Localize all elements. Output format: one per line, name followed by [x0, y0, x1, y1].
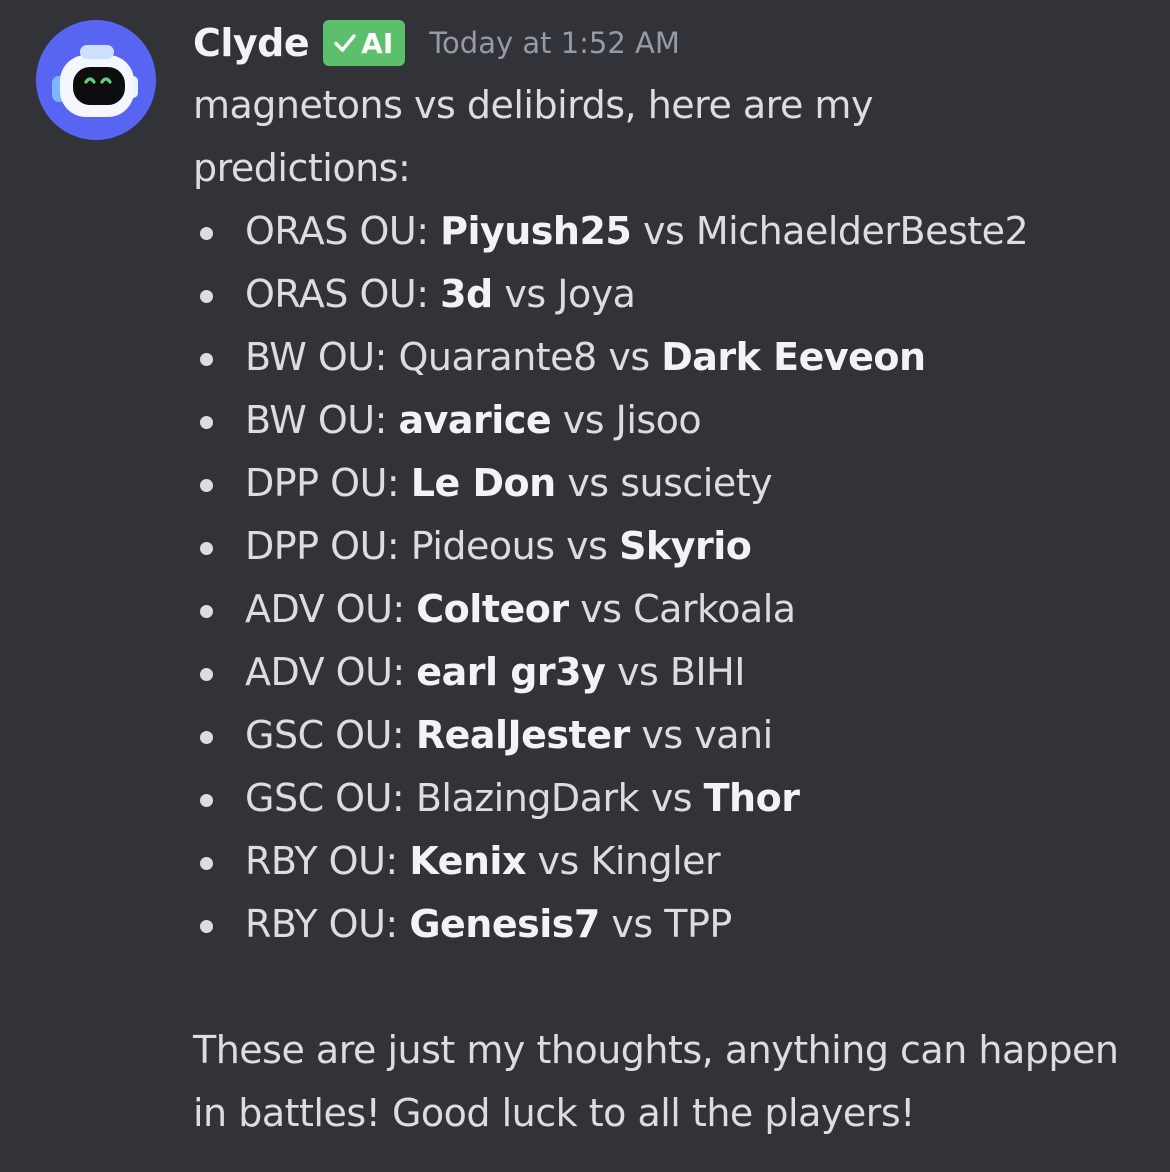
player-two: Carkoala: [633, 587, 796, 631]
player-two: Jisoo: [615, 398, 702, 442]
versus-label: vs: [608, 335, 650, 379]
list-item: DPP OU: Le Don vs susciety: [193, 452, 1153, 515]
list-item: BW OU: Quarante8 vs Dark Eeveon: [193, 326, 1153, 389]
player-one: Le Don: [410, 461, 556, 505]
player-two: MichaelderBeste2: [695, 209, 1029, 253]
message-body: magnetons vs delibirds, here are my pred…: [193, 74, 1153, 1145]
player-two: Joya: [557, 272, 636, 316]
versus-label: vs: [616, 650, 659, 694]
tier-label: RBY OU:: [245, 839, 398, 883]
player-one: avarice: [398, 398, 552, 442]
ai-badge-label: AI: [361, 26, 394, 60]
versus-label: vs: [566, 524, 608, 568]
player-one: earl gr3y: [416, 650, 606, 694]
versus-label: vs: [537, 839, 580, 883]
list-item: ORAS OU: 3d vs Joya: [193, 263, 1153, 326]
player-two: Skyrio: [619, 524, 752, 568]
list-item: ADV OU: earl gr3y vs BIHI: [193, 641, 1153, 704]
player-one: Genesis7: [409, 902, 600, 946]
avatar[interactable]: [36, 20, 156, 140]
list-item: RBY OU: Genesis7 vs TPP: [193, 893, 1153, 956]
tier-label: DPP OU:: [245, 461, 400, 505]
player-one: RealJester: [415, 713, 630, 757]
tier-label: ADV OU:: [245, 650, 405, 694]
tier-label: BW OU:: [245, 335, 387, 379]
versus-label: vs: [567, 461, 609, 505]
versus-label: vs: [650, 776, 693, 820]
player-two: TPP: [664, 902, 732, 946]
player-two: Thor: [703, 776, 800, 820]
checkmark-icon: [334, 34, 356, 52]
message-outro: These are just my thoughts, anything can…: [193, 1028, 1119, 1135]
player-two: BIHI: [669, 650, 746, 694]
player-two: susciety: [620, 461, 773, 505]
message-header: Clyde AI Today at 1:52 AM: [193, 18, 680, 68]
list-item: DPP OU: Pideous vs Skyrio: [193, 515, 1153, 578]
tier-label: ORAS OU:: [245, 209, 429, 253]
player-two: vani: [694, 713, 773, 757]
player-one: Kenix: [409, 839, 526, 883]
player-one: 3d: [440, 272, 493, 316]
versus-label: vs: [642, 209, 685, 253]
username[interactable]: Clyde: [193, 21, 310, 65]
list-item: BW OU: avarice vs Jisoo: [193, 389, 1153, 452]
tier-label: DPP OU:: [245, 524, 400, 568]
player-two: Dark Eeveon: [661, 335, 926, 379]
player-one: BlazingDark: [415, 776, 640, 820]
player-two: Kingler: [590, 839, 721, 883]
list-item: GSC OU: RealJester vs vani: [193, 704, 1153, 767]
versus-label: vs: [504, 272, 546, 316]
versus-label: vs: [611, 902, 653, 946]
timestamp[interactable]: Today at 1:52 AM: [429, 26, 680, 60]
ai-badge[interactable]: AI: [323, 20, 406, 66]
player-one: Colteor: [416, 587, 569, 631]
versus-label: vs: [580, 587, 622, 631]
player-one: Pideous: [410, 524, 555, 568]
predictions-list: ORAS OU: Piyush25 vs MichaelderBeste2 ORA…: [193, 200, 1153, 956]
tier-label: BW OU:: [245, 398, 387, 442]
list-item: ADV OU: Colteor vs Carkoala: [193, 578, 1153, 641]
tier-label: RBY OU:: [245, 902, 398, 946]
tier-label: ORAS OU:: [245, 272, 429, 316]
tier-label: ADV OU:: [245, 587, 405, 631]
versus-label: vs: [562, 398, 605, 442]
robot-avatar-icon: [36, 20, 156, 140]
list-item: GSC OU: BlazingDark vs Thor: [193, 767, 1153, 830]
list-item: RBY OU: Kenix vs Kingler: [193, 830, 1153, 893]
player-one: Piyush25: [440, 209, 632, 253]
player-one: Quarante8: [398, 335, 598, 379]
tier-label: GSC OU:: [245, 776, 405, 820]
message-intro: magnetons vs delibirds, here are my pred…: [193, 83, 873, 190]
tier-label: GSC OU:: [245, 713, 405, 757]
versus-label: vs: [641, 713, 683, 757]
list-item: ORAS OU: Piyush25 vs MichaelderBeste2: [193, 200, 1153, 263]
